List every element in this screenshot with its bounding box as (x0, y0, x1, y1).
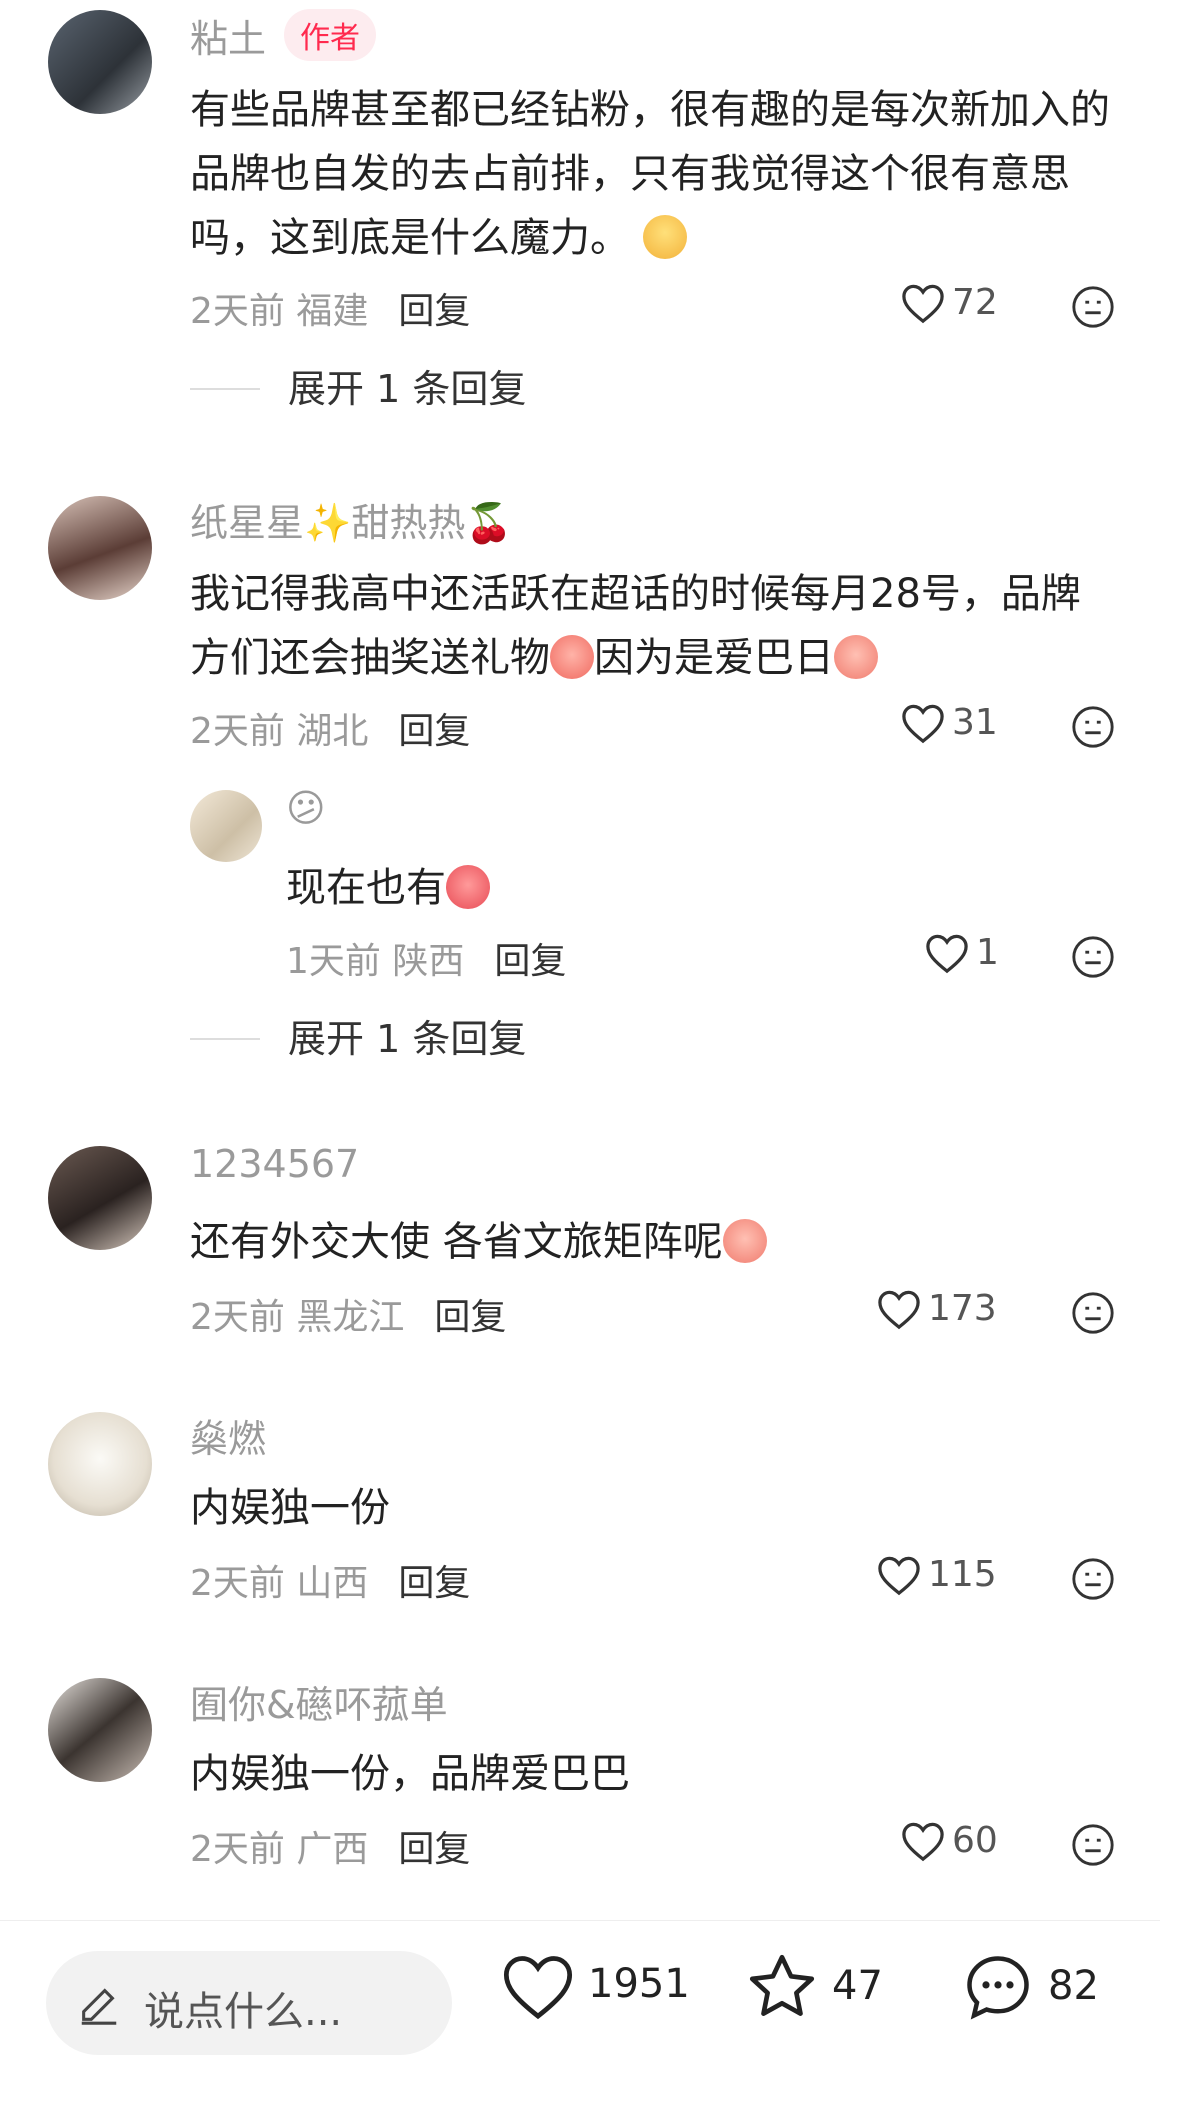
emoji-reaction-icon[interactable] (1070, 704, 1116, 754)
comment-like-button[interactable]: 31 (900, 702, 998, 744)
comment-meta: 2天前 湖北 回复 (190, 711, 471, 752)
comment-username[interactable]: 1234567 (190, 1142, 359, 1186)
comment-like-button[interactable]: 115 (876, 1554, 997, 1596)
sticker-emoji-icon (834, 635, 878, 679)
favorite-button[interactable]: 47 (744, 1951, 883, 2023)
reply-text: 现在也有 (286, 856, 1116, 920)
heart-icon (902, 284, 944, 324)
sticker-emoji-icon (722, 1219, 767, 1263)
heart-icon (503, 1956, 573, 2020)
emoji-reaction-icon[interactable] (1070, 284, 1116, 334)
emoji-reaction-icon[interactable] (1070, 934, 1116, 984)
expand-replies-button[interactable]: 展开 1 条回复 (190, 1008, 526, 1063)
star-icon (749, 1954, 815, 2016)
bottom-action-bar: 说点什么... 1951 47 82 (0, 1921, 1179, 2123)
emoji-reaction-icon[interactable] (1070, 1290, 1116, 1340)
comment-username[interactable]: 纸星星✨甜热热🍒 (190, 492, 513, 547)
divider-line (190, 388, 260, 390)
avatar[interactable] (48, 10, 152, 114)
sticker-emoji-icon (642, 215, 687, 259)
comment-meta: 2天前 广西 回复 (190, 1829, 471, 1870)
avatar[interactable] (48, 1678, 152, 1782)
comment-text: 内娱独一份 (190, 1485, 390, 1531)
like-count: 1 (976, 932, 999, 973)
reply-like-button[interactable]: 1 (924, 932, 999, 974)
post-like-count: 1951 (588, 1961, 690, 2007)
comment-username[interactable]: 粘土 作者 (190, 8, 377, 63)
reply-button[interactable]: 回复 (398, 1829, 470, 1870)
avatar[interactable] (48, 1412, 152, 1516)
reply-button[interactable]: 回复 (494, 941, 566, 982)
emoji-reaction-icon[interactable] (1070, 1556, 1116, 1606)
like-count: 31 (952, 702, 998, 743)
comments-button[interactable]: 82 (960, 1951, 1099, 2023)
expand-replies-button[interactable]: 展开 1 条回复 (190, 358, 526, 413)
author-badge: 作者 (284, 9, 377, 61)
like-count: 60 (952, 1820, 998, 1861)
comment-meta: 2天前 黑龙江 回复 (190, 1297, 507, 1338)
divider-line (190, 1038, 260, 1040)
reply-avatar[interactable] (190, 790, 262, 862)
reply-button[interactable]: 回复 (398, 1563, 470, 1604)
reply-button[interactable]: 回复 (398, 711, 470, 752)
comment-like-button[interactable]: 173 (876, 1288, 997, 1330)
comment-username[interactable]: 囿你&礠吥菰单 (190, 1674, 448, 1729)
heart-icon (926, 934, 968, 974)
reply-meta: 1天前 陕西 回复 (286, 941, 567, 982)
like-count: 115 (928, 1554, 997, 1595)
comment-input-placeholder: 说点什么... (144, 1989, 343, 2035)
favorite-count: 47 (832, 1963, 883, 2009)
like-post-button[interactable]: 1951 (500, 1951, 690, 2021)
comment-text: 内娱独一份，品牌爱巴巴 (190, 1751, 630, 1797)
emoji-reaction-icon[interactable] (1070, 1822, 1116, 1872)
avatar[interactable] (48, 496, 152, 600)
sticker-emoji-icon (550, 635, 594, 679)
comment-username[interactable]: 燊燃 (190, 1408, 266, 1463)
avatar[interactable] (48, 1146, 152, 1250)
reply-button[interactable]: 回复 (398, 291, 470, 332)
comment-meta: 2天前 山西 回复 (190, 1563, 471, 1604)
heart-icon (902, 1822, 944, 1862)
sticker-emoji-icon (446, 865, 490, 909)
comment-count: 82 (1048, 1963, 1099, 2009)
comment-text: 有些品牌甚至都已经钻粉，很有趣的是每次新加入的品牌也自发的去占前排，只有我觉得这… (190, 87, 1110, 261)
heart-icon (878, 1556, 920, 1596)
comment-bubble-icon (967, 1956, 1029, 2020)
comment-input[interactable]: 说点什么... (46, 1951, 452, 2055)
like-count: 72 (952, 282, 998, 323)
heart-icon (902, 704, 944, 744)
comment-text: 还有外交大使 各省文旅矩阵呢 (190, 1210, 1120, 1274)
reply-button[interactable]: 回复 (434, 1297, 506, 1338)
pencil-icon (81, 1988, 117, 2025)
comment-text: 我记得我高中还活跃在超话的时候每月28号，品牌方们还会抽奖送礼物 因为是爱巴日 (190, 571, 1081, 681)
like-count: 173 (928, 1288, 997, 1329)
reply-username[interactable]: 😕 (286, 786, 326, 830)
comment-like-button[interactable]: 72 (900, 282, 998, 324)
comment-like-button[interactable]: 60 (900, 1820, 998, 1862)
comment-meta: 2天前 福建 回复 (190, 291, 471, 332)
heart-icon (878, 1290, 920, 1330)
